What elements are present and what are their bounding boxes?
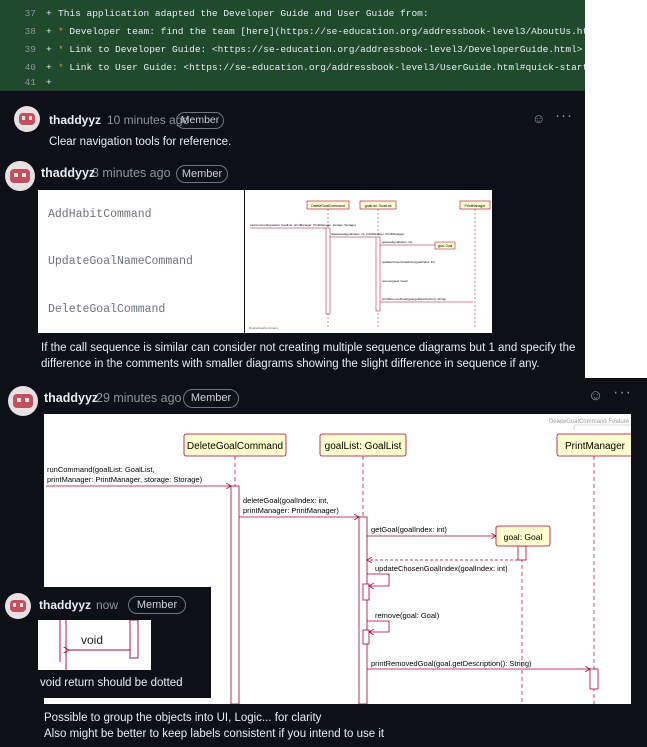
message-label: remove(goal: Goal) — [375, 611, 440, 620]
comment-4: thaddyyz now Member void void return sho… — [0, 587, 211, 698]
avatar[interactable] — [5, 161, 35, 191]
message-label: updateChosenGoalIndex(goalIndex: int) — [375, 564, 508, 573]
participant-label: PrintManager — [464, 204, 486, 208]
comment-timestamp[interactable]: 3 minutes ago — [92, 166, 171, 180]
comment-author[interactable]: thaddyyz — [39, 598, 91, 612]
message-label: getGoal(goalIndex: int) — [382, 240, 412, 244]
participant-label: goalList: GoalList — [325, 441, 402, 452]
line-number: 37 — [24, 8, 36, 19]
message-label: printRemovedGoal(goal.getDescription(): … — [371, 659, 532, 668]
comment-timestamp[interactable]: 29 minutes ago — [96, 391, 181, 405]
void-label: void — [81, 633, 103, 647]
small-sequence-diagram: DeleteGoalCommand goalList: GoalList Pri… — [245, 190, 492, 333]
emoji-reaction-icon[interactable]: ☺ — [532, 111, 545, 126]
message-label: printManager: PrintManager) — [243, 506, 339, 515]
command-name: DeleteGoalCommand — [48, 303, 166, 316]
message-label: runCommand(goalList: GoalList, — [47, 465, 155, 474]
avatar[interactable] — [14, 106, 40, 132]
comment-timestamp[interactable]: now — [96, 598, 118, 612]
member-badge: Member — [176, 112, 224, 129]
created-object-label: goal: Goal — [504, 532, 543, 542]
comment-body-line: Also might be better to keep labels cons… — [44, 728, 385, 740]
message-label: getGoal(goalIndex: int) — [371, 525, 447, 534]
message-label: remove(goal: Goal) — [382, 279, 408, 283]
comment-author[interactable]: thaddyyz — [49, 113, 101, 127]
diff-line: 39 + * Link to Developer Guide: <https:/… — [0, 41, 585, 59]
comment-2: thaddyyz 3 minutes ago Member AddHabitCo… — [0, 156, 585, 378]
member-badge: Member — [128, 596, 186, 614]
message-label: updateChosenGoalIndex(goalIndex: int) — [382, 260, 435, 264]
emoji-reaction-icon[interactable]: ☺ — [588, 387, 603, 404]
created-object-label: goal: Goal — [438, 244, 453, 248]
diff-code: This application adapted the Developer G… — [58, 8, 429, 19]
diff-code: Developer team: find the team [here](htt… — [69, 26, 585, 37]
diff-code: Link to User Guide: <https://se-educatio… — [69, 62, 585, 73]
avatar[interactable] — [8, 386, 38, 416]
command-name: UpdateGoalNameCommand — [48, 255, 193, 268]
diff-code: Link to Developer Guide: <https://se-edu… — [69, 44, 583, 55]
message-label: deleteGoal(goalIndex: int, — [243, 496, 328, 505]
line-number: 38 — [24, 26, 36, 37]
participant-label: DeleteGoalCommand — [311, 204, 345, 208]
command-name: AddHabitCommand — [48, 208, 152, 221]
comment-body: If the call sequence is similar can cons… — [41, 342, 576, 370]
message-label: runCommand(goalList: GoalList, printMana… — [250, 223, 356, 227]
command-list-image: AddHabitCommand UpdateGoalNameCommand De… — [38, 190, 244, 333]
diagram-footer: DeleteGoalCommand — [249, 326, 278, 330]
comment-body: Clear navigation tools for reference. — [49, 136, 232, 148]
participant-label: goalList: GoalList — [365, 204, 392, 208]
diff-line: 41 + — [0, 74, 585, 90]
line-number: 41 — [24, 77, 36, 88]
comment-author[interactable]: thaddyyz — [44, 391, 98, 405]
comment-1: thaddyyz 10 minutes ago Member ☺ ··· Cle… — [0, 90, 585, 157]
comment-author[interactable]: thaddyyz — [41, 166, 95, 180]
message-label: deleteGoal(goalIndex: int, printManager:… — [331, 232, 404, 236]
kebab-menu-icon[interactable]: ··· — [613, 384, 632, 402]
message-label: printManager: PrintManager, storage: Sto… — [47, 475, 203, 484]
frame-title: DeleteGoalCommand Feature — [549, 419, 630, 425]
diff-line: 37 + This application adapted the Develo… — [0, 5, 585, 23]
participant-label: PrintManager — [565, 441, 626, 452]
message-label: printRemovedGoal(goal.getDescription(): … — [382, 297, 446, 301]
comment-body: void return should be dotted — [40, 677, 183, 689]
diff-panel: 37 + This application adapted the Develo… — [0, 0, 585, 90]
participant-label: DeleteGoalCommand — [187, 441, 283, 452]
void-return-snippet: void — [38, 620, 151, 670]
diff-line: 38 + * Developer team: find the team [he… — [0, 23, 585, 41]
kebab-menu-icon[interactable]: ··· — [555, 107, 573, 124]
avatar[interactable] — [5, 593, 31, 619]
line-number: 39 — [24, 44, 36, 55]
member-badge: Member — [183, 389, 239, 408]
comment-body-line: Possible to group the objects into UI, L… — [44, 712, 322, 724]
member-badge: Member — [176, 165, 228, 183]
